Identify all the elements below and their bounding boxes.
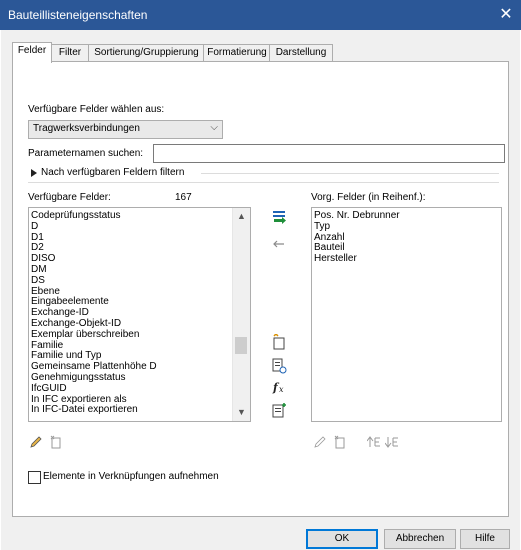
available-field-item[interactable]: In IFC-Datei exportieren xyxy=(29,404,250,415)
ok-button[interactable]: OK xyxy=(306,529,378,549)
calculated-value-icon[interactable]: f x xyxy=(271,380,287,394)
scheduled-fields-list[interactable]: Pos. Nr. Debrunner Typ Anzahl Bauteil Herste… xyxy=(311,207,502,422)
edit-pencil-icon[interactable] xyxy=(313,435,327,449)
dialog-body: Felder Filter Sortierung/Gruppierung For… xyxy=(1,30,520,550)
available-field-item[interactable]: Ebene xyxy=(29,286,250,297)
tab-darstellung[interactable]: Darstellung xyxy=(269,44,333,61)
scheduled-fields-label: Vorg. Felder (in Reihenf.): xyxy=(311,192,426,203)
field-source-label: Verfügbare Felder wählen aus: xyxy=(28,104,165,115)
param-search-label: Parameternamen suchen: xyxy=(28,148,144,159)
scroll-up-icon[interactable]: ▲ xyxy=(233,208,250,225)
param-search-input[interactable] xyxy=(153,144,505,163)
field-source-value: Tragwerksverbindungen xyxy=(33,123,140,134)
tab-filter[interactable]: Filter xyxy=(50,44,90,61)
delete-parameter-icon[interactable] xyxy=(333,435,347,449)
available-field-item[interactable]: Familie xyxy=(29,340,250,351)
expander-bottom-line xyxy=(28,182,499,183)
tab-panel-felder: Verfügbare Felder wählen aus: Tragwerksv… xyxy=(12,61,509,517)
edit-pencil-icon[interactable] xyxy=(29,435,43,449)
delete-parameter-icon[interactable] xyxy=(49,435,63,449)
svg-text:x: x xyxy=(279,385,284,394)
available-field-item[interactable]: Eingabeelemente xyxy=(29,296,250,307)
available-field-item[interactable]: D1 xyxy=(29,232,250,243)
available-field-item[interactable]: Exchange-ID xyxy=(29,307,250,318)
new-parameter-icon[interactable] xyxy=(271,334,287,350)
available-fields-count: 167 xyxy=(175,192,192,203)
scroll-down-icon[interactable]: ▼ xyxy=(233,404,250,421)
add-field-icon[interactable] xyxy=(271,210,287,224)
include-links-checkbox[interactable] xyxy=(28,471,41,484)
tab-sortierung[interactable]: Sortierung/Gruppierung xyxy=(88,44,205,61)
available-field-item[interactable]: DM xyxy=(29,264,250,275)
scheduled-field-item[interactable]: Typ xyxy=(312,221,501,232)
available-field-item[interactable]: Gemeinsame Plattenhöhe D xyxy=(29,361,250,372)
available-field-item[interactable]: D2 xyxy=(29,242,250,253)
title-bar: Bauteillisteneigenschaften ✕ xyxy=(0,0,521,30)
expander-arrow-icon[interactable] xyxy=(29,167,39,179)
available-field-item[interactable]: DS xyxy=(29,275,250,286)
window-title: Bauteillisteneigenschaften xyxy=(8,8,148,22)
available-field-item[interactable]: D xyxy=(29,221,250,232)
tab-felder[interactable]: Felder xyxy=(12,42,52,63)
available-field-item[interactable]: IfcGUID xyxy=(29,383,250,394)
available-field-item[interactable]: DISO xyxy=(29,253,250,264)
available-field-item[interactable]: Exemplar überschreiben xyxy=(29,329,250,340)
available-fields-list[interactable]: Codeprüfungsstatus D D1 D2 DISO DM DS Ebene Eing… xyxy=(28,207,251,422)
chevron-down-icon: ⌵ xyxy=(210,122,218,133)
cancel-button[interactable]: Abbrechen xyxy=(384,529,456,549)
remove-field-icon[interactable] xyxy=(271,240,285,248)
available-fields-scrollbar[interactable]: ▲ ▼ xyxy=(232,208,250,421)
move-down-icon[interactable] xyxy=(385,435,399,449)
combine-parameters-icon[interactable] xyxy=(271,358,287,374)
include-links-label[interactable]: Elemente in Verknüpfungen aufnehmen xyxy=(43,471,219,482)
close-button[interactable]: ✕ xyxy=(491,0,521,30)
tab-formatierung[interactable]: Formatierung xyxy=(203,44,271,61)
available-field-item[interactable]: Familie und Typ xyxy=(29,350,250,361)
move-up-icon[interactable] xyxy=(367,435,381,449)
add-parameter-from-link-icon[interactable] xyxy=(271,402,287,418)
scroll-thumb[interactable] xyxy=(235,336,247,355)
scheduled-field-item[interactable]: Anzahl xyxy=(312,232,501,243)
available-fields-label: Verfügbare Felder: xyxy=(28,192,111,203)
available-field-item[interactable]: Codeprüfungsstatus xyxy=(29,210,250,221)
help-button[interactable]: Hilfe xyxy=(460,529,510,549)
filter-expander-label[interactable]: Nach verfügbaren Feldern filtern xyxy=(41,167,184,178)
available-field-item[interactable]: Exchange-Objekt-ID xyxy=(29,318,250,329)
available-field-item[interactable]: Genehmigungsstatus xyxy=(29,372,250,383)
available-field-item[interactable]: In IFC exportieren als xyxy=(29,394,250,405)
field-source-dropdown[interactable]: Tragwerksverbindungen ⌵ xyxy=(28,120,223,139)
scheduled-field-item[interactable]: Bauteil xyxy=(312,242,501,253)
expander-divider xyxy=(201,173,499,174)
scheduled-field-item[interactable]: Hersteller xyxy=(312,253,501,264)
scheduled-field-item[interactable]: Pos. Nr. Debrunner xyxy=(312,210,501,221)
